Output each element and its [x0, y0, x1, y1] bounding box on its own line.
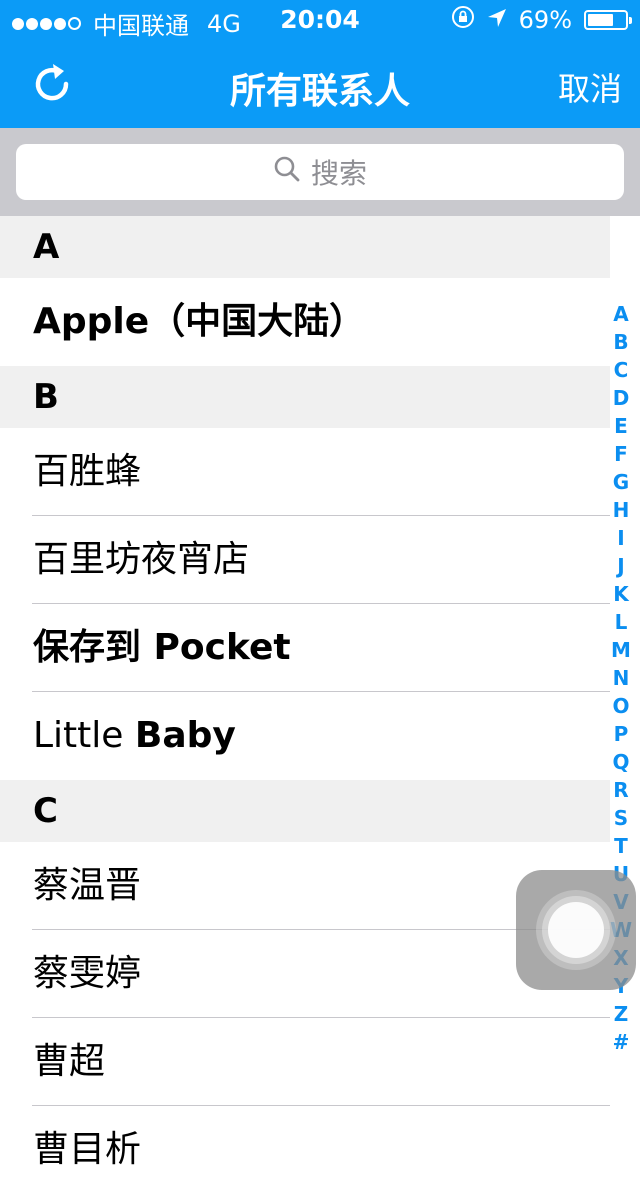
index-letter[interactable]: T [614, 832, 628, 860]
contact-row[interactable]: 百胜蜂 [0, 428, 610, 516]
section-header-a: A [0, 216, 610, 278]
cancel-button[interactable]: 取消 [558, 64, 622, 110]
battery-percent: 69% [518, 6, 572, 34]
index-letter[interactable]: J [617, 552, 624, 580]
battery-icon [584, 10, 632, 30]
index-letter[interactable]: L [615, 608, 628, 636]
search-bar-area: 搜索 [0, 128, 640, 216]
page-title: 所有联系人 [229, 71, 410, 112]
location-arrow-icon [487, 6, 507, 34]
index-letter[interactable]: # [613, 1028, 630, 1056]
contact-row[interactable]: Little Baby [0, 692, 610, 780]
contact-row[interactable]: 保存到 Pocket [0, 604, 610, 692]
contact-list: A Apple（中国大陆） B 百胜蜂 百里坊夜宵店 保存到 Pocket Li… [0, 216, 610, 1194]
contact-last-name: Baby [134, 715, 236, 756]
index-letter[interactable]: M [611, 636, 631, 664]
search-input[interactable]: 搜索 [16, 144, 624, 200]
index-letter[interactable]: H [613, 496, 630, 524]
index-letter[interactable]: B [613, 328, 628, 356]
contact-row[interactable]: Apple（中国大陆） [0, 278, 610, 366]
status-bar: 中国联通 4G 20:04 69% [0, 0, 640, 40]
index-letter[interactable]: I [617, 524, 624, 552]
index-letter[interactable]: P [614, 720, 629, 748]
index-letter[interactable]: C [614, 356, 629, 384]
search-icon [273, 155, 311, 190]
rotation-lock-icon [451, 5, 475, 35]
contact-name: Apple（中国大陆） [33, 301, 366, 342]
contact-name: 保存到 Pocket [33, 627, 291, 668]
index-letter[interactable]: O [612, 692, 629, 720]
assistive-touch-button[interactable] [516, 870, 636, 990]
contact-name: 曹超 [33, 1041, 106, 1082]
contact-name: 蔡温晋 [33, 865, 142, 906]
index-letter[interactable]: E [614, 412, 628, 440]
index-letter[interactable]: N [613, 664, 630, 692]
index-letter[interactable]: A [613, 300, 628, 328]
index-letter[interactable]: Q [612, 748, 629, 776]
navigation-bar: 所有联系人 取消 [0, 40, 640, 128]
contact-name: 百里坊夜宵店 [33, 539, 250, 580]
search-placeholder: 搜索 [310, 157, 367, 190]
section-header-c: C [0, 780, 610, 842]
index-letter[interactable]: D [613, 384, 630, 412]
contact-row[interactable]: 曹目析 [0, 1106, 610, 1194]
index-letter[interactable]: R [613, 776, 628, 804]
index-letter[interactable]: K [613, 580, 629, 608]
index-letter[interactable]: G [613, 468, 629, 496]
index-letter[interactable]: Z [614, 1000, 629, 1028]
contact-name: 蔡雯婷 [33, 953, 142, 994]
contact-row[interactable]: 百里坊夜宵店 [0, 516, 610, 604]
section-header-b: B [0, 366, 610, 428]
contact-name: 百胜蜂 [33, 451, 142, 492]
contact-first-name: Little [33, 715, 124, 756]
contact-row[interactable]: 曹超 [0, 1018, 610, 1106]
index-letter[interactable]: S [614, 804, 628, 832]
contact-name: 曹目析 [33, 1129, 142, 1170]
index-letter[interactable]: F [614, 440, 628, 468]
